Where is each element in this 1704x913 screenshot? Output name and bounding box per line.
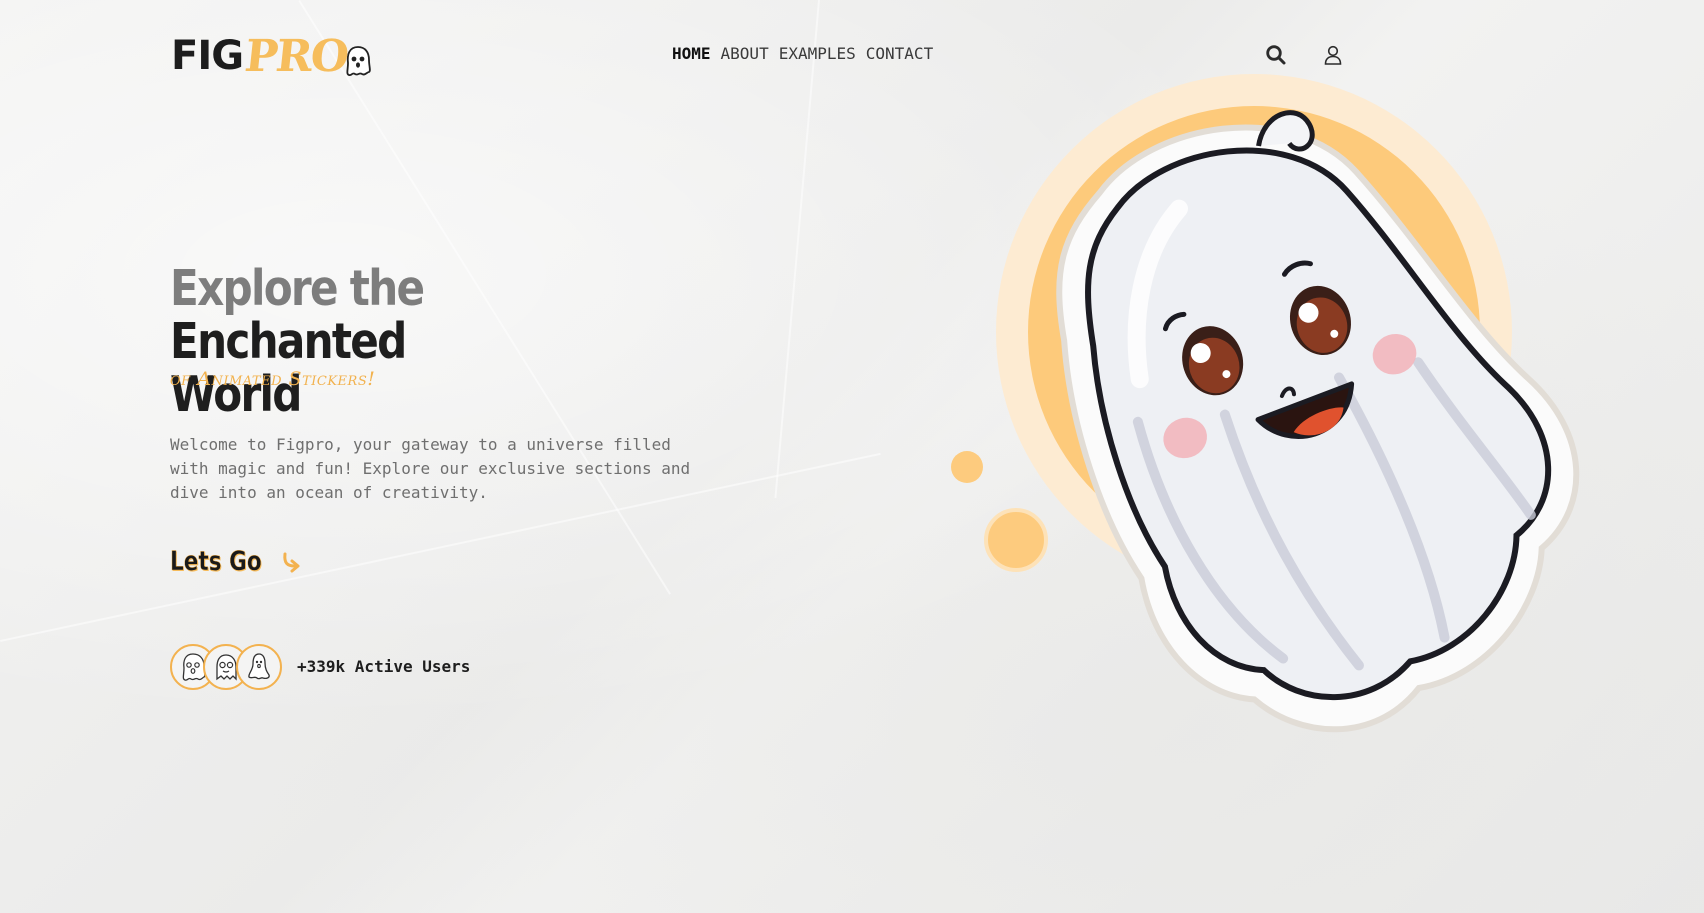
lets-go-button[interactable]: Lets Go [170,546,305,577]
search-button[interactable] [1265,44,1287,66]
brand-logo[interactable]: FIG PRO [171,28,373,84]
avatar [236,644,282,690]
logo-text-fig: FIG [171,33,244,79]
decor-dot-small [951,451,983,483]
curved-arrow-icon [282,552,300,572]
user-icon [1324,45,1342,65]
hero-description: Welcome to Figpro, your gateway to a uni… [170,435,691,502]
nav-item-examples[interactable]: EXAMPLES [779,44,856,63]
lets-go-label: Lets Go [170,546,262,578]
nav-item-contact[interactable]: CONTACT [866,44,933,63]
ghost-icon [248,653,270,680]
decor-dot-large [984,508,1048,572]
main-nav: HOME ABOUT EXAMPLES CONTACT [672,44,933,63]
user-avatars [170,644,282,690]
active-users-count: +339k Active Users [297,657,471,676]
nav-item-home[interactable]: HOME [672,44,711,63]
ghost-sticker-illustration [951,74,1580,733]
hero-title-part1: Explore the [170,260,425,317]
hero-title: Explore the Enchanted World [170,262,566,421]
account-button[interactable] [1322,44,1344,66]
search-icon [1266,45,1286,65]
logo-text-pro: PRO [242,30,350,82]
hero-subtitle: of Animated Stickers! [170,368,376,390]
paper-crease [774,0,820,499]
nav-item-about[interactable]: ABOUT [721,44,769,63]
hero-title-part2: Enchanted [170,313,407,370]
